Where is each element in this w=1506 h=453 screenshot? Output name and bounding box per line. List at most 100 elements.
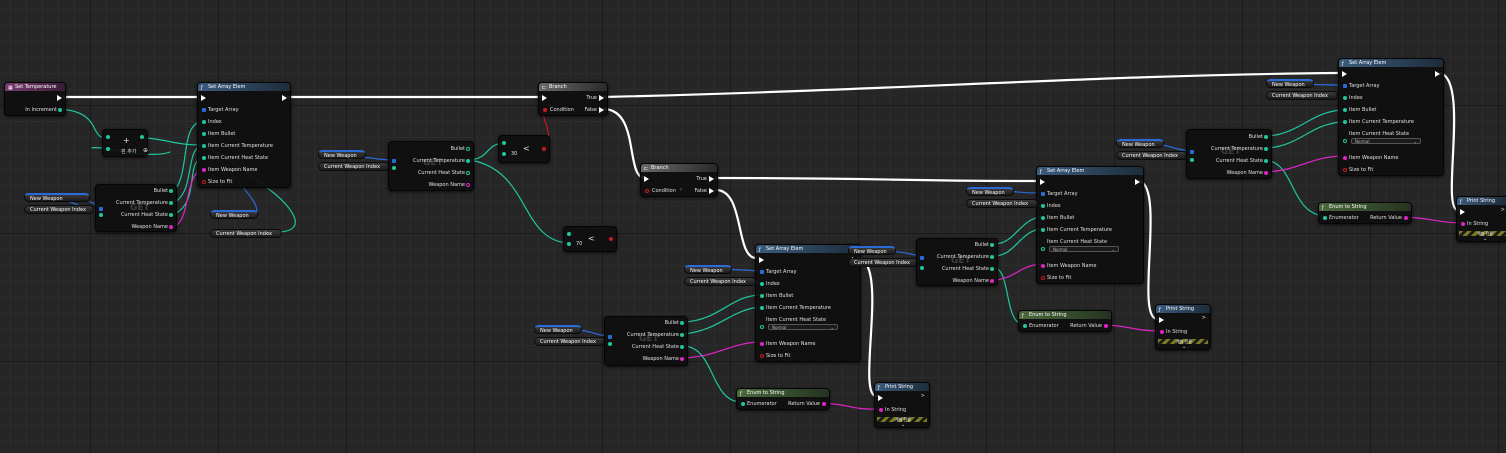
current-weapon-index-variable[interactable]: Current Weapon Index <box>1266 91 1338 100</box>
exec-out-arrow[interactable]: > <box>1501 207 1505 213</box>
array-in-pin[interactable] <box>608 335 612 339</box>
current-weapon-index-variable[interactable]: Current Weapon Index <box>210 229 282 238</box>
current-weapon-index-variable[interactable]: Current Weapon Index <box>318 162 390 171</box>
index-pin[interactable] <box>202 120 206 124</box>
new-weapon-variable[interactable]: New Weapon <box>966 187 1014 196</box>
exec-out-pin[interactable] <box>1435 71 1440 77</box>
item-current-heat-state-pin[interactable] <box>202 156 206 160</box>
bullet-pin[interactable] <box>680 321 684 325</box>
new-weapon-variable[interactable]: New Weapon <box>684 265 732 274</box>
item-weapon-name-pin[interactable] <box>1343 156 1347 160</box>
index-in-pin[interactable] <box>608 342 612 346</box>
get-node-5[interactable]: GET Bullet Current Temperature Current H… <box>1186 129 1272 179</box>
blueprint-graph-canvas[interactable] <box>0 0 1506 453</box>
print-string-node-3[interactable]: ƒ Print String > In String 개발 전용 ⌄ <box>1456 196 1506 242</box>
in-string-pin[interactable] <box>1160 330 1164 334</box>
current-temperature-pin[interactable] <box>466 159 470 163</box>
current-heat-state-pin[interactable] <box>680 345 684 349</box>
compare-value[interactable]: 70 <box>576 241 582 247</box>
new-weapon-variable[interactable]: New Weapon <box>1116 139 1164 148</box>
size-to-fit-pin[interactable] <box>760 354 764 358</box>
index-pin[interactable] <box>1041 204 1045 208</box>
target-array-pin[interactable] <box>1041 192 1045 196</box>
item-current-temperature-pin[interactable] <box>202 144 206 148</box>
exec-in-pin[interactable] <box>1342 71 1347 77</box>
false-exec-pin[interactable] <box>709 188 714 194</box>
current-temperature-pin[interactable] <box>169 201 173 205</box>
return-value-pin[interactable] <box>822 402 826 406</box>
current-temperature-pin[interactable] <box>680 333 684 337</box>
heat-state-dropdown[interactable]: Normal ⌄ <box>1351 138 1421 144</box>
exec-out-arrow[interactable]: > <box>921 393 925 399</box>
add-node[interactable]: + 핀 추가 ⊕ <box>102 129 148 157</box>
input-a-pin[interactable] <box>106 135 110 139</box>
target-array-pin[interactable] <box>760 270 764 274</box>
chevron-down-icon[interactable]: ⌄ <box>901 422 905 428</box>
set-temperature-event-node[interactable]: ▦ Set Temperature In Increment <box>4 82 66 116</box>
item-weapon-name-pin[interactable] <box>1041 264 1045 268</box>
add-pin-icon[interactable]: ⊕ <box>143 147 148 154</box>
item-current-heat-state-pin[interactable] <box>1041 247 1045 251</box>
current-weapon-index-variable[interactable]: Current Weapon Index <box>1116 151 1188 160</box>
index-pin[interactable] <box>1343 96 1347 100</box>
item-current-temperature-pin[interactable] <box>1041 228 1045 232</box>
current-heat-state-pin[interactable] <box>466 171 470 175</box>
compare-b-pin[interactable] <box>502 152 506 156</box>
array-in-pin[interactable] <box>392 159 396 163</box>
exec-out-pin[interactable] <box>1135 179 1140 185</box>
in-string-pin[interactable] <box>879 408 883 412</box>
false-exec-pin[interactable] <box>599 107 604 113</box>
bullet-pin[interactable] <box>169 189 173 193</box>
print-string-node-1[interactable]: ƒ Print String > In String 개발 전용 ⌄ <box>874 382 930 428</box>
set-array-elem-node-2[interactable]: ƒ Set Array Elem Target Array Index Item … <box>755 244 861 362</box>
bullet-pin[interactable] <box>990 243 994 247</box>
weapon-name-pin[interactable] <box>169 225 173 229</box>
bullet-pin[interactable] <box>466 147 470 151</box>
get-node-3[interactable]: GET Bullet Current Temperature Current H… <box>604 316 688 366</box>
exec-in-pin[interactable] <box>1159 317 1164 323</box>
exec-in-pin[interactable] <box>644 176 649 182</box>
array-in-pin[interactable] <box>99 207 103 211</box>
enumerator-pin[interactable] <box>1323 216 1327 220</box>
return-value-pin[interactable] <box>1404 216 1408 220</box>
item-current-heat-state-pin[interactable] <box>760 325 764 329</box>
enum-to-string-node-1[interactable]: ƒ Enum to String Enumerator Return Value <box>736 388 830 410</box>
checkbox-icon[interactable]: ✓ <box>679 187 683 193</box>
exec-in-pin[interactable] <box>1460 209 1465 215</box>
exec-in-pin[interactable] <box>201 95 206 101</box>
new-weapon-variable[interactable]: New Weapon <box>1266 79 1314 88</box>
set-array-elem-node-3[interactable]: ƒ Set Array Elem Target Array Index Item … <box>1036 166 1144 284</box>
weapon-name-pin[interactable] <box>466 183 470 187</box>
current-heat-state-pin[interactable] <box>1264 159 1268 163</box>
size-to-fit-pin[interactable] <box>1343 168 1347 172</box>
item-bullet-pin[interactable] <box>1041 216 1045 220</box>
print-string-node-2[interactable]: ƒ Print String > In String 개발 전용 ⌄ <box>1155 304 1211 350</box>
compare-value[interactable]: 30 <box>511 151 517 157</box>
in-increment-pin[interactable] <box>58 108 62 112</box>
get-node-2[interactable]: GET Bullet Current Temperature Current H… <box>388 141 474 191</box>
new-weapon-variable[interactable]: New Weapon <box>534 325 582 334</box>
index-in-pin[interactable] <box>99 213 103 217</box>
new-weapon-variable[interactable]: New Weapon <box>848 246 896 255</box>
bullet-pin[interactable] <box>1264 135 1268 139</box>
target-array-pin[interactable] <box>1343 84 1347 88</box>
enum-to-string-node-3[interactable]: ƒ Enum to String Enumerator Return Value <box>1318 202 1412 224</box>
current-heat-state-pin[interactable] <box>169 213 173 217</box>
item-current-temperature-pin[interactable] <box>760 306 764 310</box>
get-node-4[interactable]: GET Bullet Current Temperature Current H… <box>916 238 998 286</box>
item-current-temperature-pin[interactable] <box>1343 120 1347 124</box>
item-bullet-pin[interactable] <box>760 294 764 298</box>
current-weapon-index-variable[interactable]: Current Weapon Index <box>848 258 920 267</box>
size-to-fit-pin[interactable] <box>202 180 206 184</box>
current-temperature-pin[interactable] <box>990 255 994 259</box>
new-weapon-variable[interactable]: New Weapon <box>210 210 258 219</box>
exec-in-pin[interactable] <box>1040 179 1045 185</box>
compare-result-pin[interactable] <box>542 147 546 151</box>
item-bullet-pin[interactable] <box>202 132 206 136</box>
set-array-elem-node-1[interactable]: ƒ Set Array Elem Target Array Index Item … <box>197 82 291 188</box>
index-in-pin[interactable] <box>392 166 396 170</box>
array-in-pin[interactable] <box>920 256 924 260</box>
exec-in-pin[interactable] <box>759 257 764 263</box>
less-than-70-node[interactable]: 70 < <box>563 226 617 252</box>
array-in-pin[interactable] <box>1190 150 1194 154</box>
